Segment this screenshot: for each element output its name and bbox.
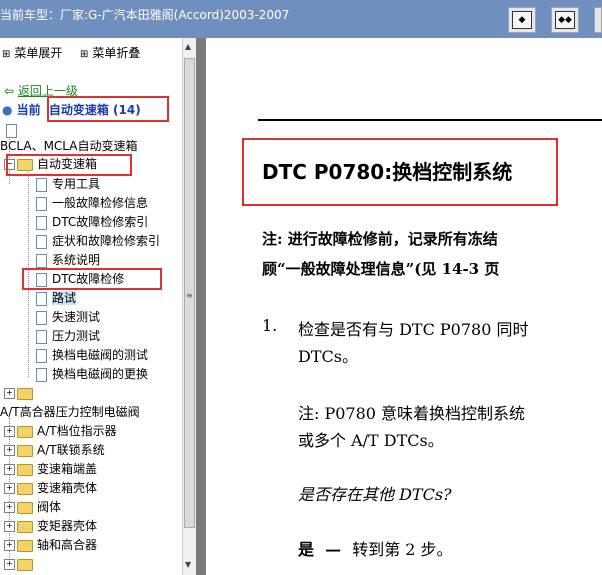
document-icon bbox=[36, 215, 47, 230]
dtc-heading: DTC P0780:换档控制系统 bbox=[262, 160, 513, 184]
expand-node-icon[interactable]: + bbox=[4, 559, 15, 570]
tree-item[interactable]: 压力测试 bbox=[36, 327, 100, 346]
pane-splitter[interactable] bbox=[196, 38, 206, 575]
two-page-button[interactable]: ◆◆ bbox=[551, 7, 579, 33]
folder-icon bbox=[17, 444, 33, 457]
document-icon bbox=[36, 196, 47, 211]
tree-item[interactable]: 症状和故障检修索引 bbox=[36, 232, 160, 251]
folder-icon bbox=[17, 539, 33, 552]
document-icon bbox=[36, 329, 47, 344]
highlight-box bbox=[22, 268, 162, 290]
tree-item[interactable]: + bbox=[4, 555, 37, 574]
expand-node-icon[interactable]: + bbox=[4, 426, 15, 437]
note2-line-1: 注: P0780 意味着换档控制系统 bbox=[298, 404, 526, 423]
two-page-icon: ◆◆ bbox=[555, 11, 575, 29]
tree-item[interactable]: + A/T联锁系统 bbox=[4, 441, 105, 460]
answer-line: 是 — 转到第 2 步。 bbox=[298, 536, 453, 560]
expand-node-icon[interactable]: + bbox=[4, 445, 15, 456]
expand-node-icon[interactable]: + bbox=[4, 502, 15, 513]
tree-item[interactable]: + bbox=[4, 384, 37, 403]
highlight-box bbox=[47, 96, 169, 122]
scroll-grip-icon: ≡ bbox=[186, 291, 193, 300]
tree-item-road-test[interactable]: 路试 bbox=[36, 289, 77, 308]
navigation-tree-pane: ⊞ 菜单展开 ⊞ 菜单折叠 ⇦ 返回上一级 ● 当前 自动变速箱 (14) BCLA… bbox=[0, 38, 182, 575]
document-icon bbox=[36, 348, 47, 363]
expand-icon: ⊞ bbox=[2, 49, 11, 60]
single-page-button[interactable]: ◆ bbox=[508, 7, 536, 33]
document-icon bbox=[36, 177, 47, 192]
back-arrow-icon: ⇦ bbox=[4, 84, 15, 98]
expand-node-icon[interactable]: + bbox=[4, 521, 15, 532]
tree-item[interactable]: 换档电磁阀的测试 bbox=[36, 346, 148, 365]
note2-line-2: 或多个 A/T DTCs。 bbox=[298, 431, 444, 450]
tree-scrollbar[interactable]: ▲ ≡ ▼ bbox=[182, 38, 196, 575]
expand-node-icon[interactable]: + bbox=[4, 540, 15, 551]
tree-item[interactable]: 专用工具 bbox=[36, 175, 100, 194]
answer-yes: 是 bbox=[298, 540, 315, 559]
answer-text: 转到第 2 步。 bbox=[352, 540, 453, 559]
document-icon bbox=[36, 234, 47, 249]
tree-item[interactable]: DTC故障检修索引 bbox=[36, 213, 148, 232]
document-icon bbox=[36, 310, 47, 325]
document-icon bbox=[36, 367, 47, 382]
window-title: 当前车型：厂家:G-广汽本田雅阁(Accord)2003-2007 bbox=[0, 8, 290, 22]
tree-item[interactable]: + 变矩器壳体 bbox=[4, 517, 97, 536]
note-line-1: 注: 进行故障检修前，记录所有冻结 bbox=[262, 230, 498, 248]
tree-item[interactable]: + 变速箱壳体 bbox=[4, 479, 97, 498]
expand-node-icon[interactable]: + bbox=[4, 483, 15, 494]
document-icon bbox=[36, 291, 47, 306]
expand-node-icon[interactable]: + bbox=[4, 464, 15, 475]
current-prefix: 当前 bbox=[16, 103, 41, 117]
collapse-all-button[interactable]: ⊞ 菜单折叠 bbox=[80, 44, 140, 61]
highlight-box bbox=[6, 154, 132, 176]
scroll-up-icon[interactable]: ▲ bbox=[185, 42, 191, 51]
tree-item[interactable]: + 阀体 bbox=[4, 498, 61, 517]
single-page-icon: ◆ bbox=[512, 11, 532, 29]
folder-icon bbox=[17, 558, 33, 571]
tree-item[interactable]: + A/T档位指示器 bbox=[4, 422, 117, 441]
options-button[interactable] bbox=[594, 7, 602, 33]
header-rule bbox=[258, 119, 602, 121]
folder-icon bbox=[17, 520, 33, 533]
step-line-1: 检查是否有与 DTC P0780 同时 bbox=[298, 320, 529, 339]
scroll-down-icon[interactable]: ▼ bbox=[185, 560, 191, 569]
tree-item[interactable]: + 轴和高合器 bbox=[4, 536, 97, 555]
collapse-icon: ⊞ bbox=[80, 49, 89, 60]
question: 是否存在其他 DTCs? bbox=[298, 485, 452, 504]
document-icon bbox=[36, 253, 47, 268]
tree-item[interactable]: 换档电磁阀的更换 bbox=[36, 365, 148, 384]
expand-all-button[interactable]: ⊞ 菜单展开 bbox=[2, 44, 62, 61]
tree-item-pressure-solenoid[interactable]: A/T高合器压力控制电磁阀 bbox=[0, 403, 140, 422]
folder-icon bbox=[17, 425, 33, 438]
document-icon bbox=[6, 123, 17, 138]
tree-item[interactable]: 一般故障检修信息 bbox=[36, 194, 148, 213]
document-pane: DTC P0780:换档控制系统 注: 进行故障检修前，记录所有冻结 顾“一般故… bbox=[206, 38, 602, 575]
title-bar: 当前车型：厂家:G-广汽本田雅阁(Accord)2003-2007 ◆ ◆◆ bbox=[0, 0, 602, 38]
note-line-2: 顾“一般故障处理信息”(见 14-3 页 bbox=[262, 260, 500, 278]
step-number: 1. bbox=[262, 316, 278, 335]
current-icon: ● bbox=[2, 103, 13, 117]
answer-dash: — bbox=[325, 540, 342, 559]
tree-item[interactable]: 失速测试 bbox=[36, 308, 100, 327]
folder-icon bbox=[17, 387, 33, 400]
tree-item[interactable]: + 变速箱端盖 bbox=[4, 460, 97, 479]
folder-icon bbox=[17, 501, 33, 514]
folder-icon bbox=[17, 482, 33, 495]
folder-icon bbox=[17, 463, 33, 476]
step-line-2: DTCs。 bbox=[298, 347, 358, 366]
expand-node-icon[interactable]: + bbox=[4, 388, 15, 399]
